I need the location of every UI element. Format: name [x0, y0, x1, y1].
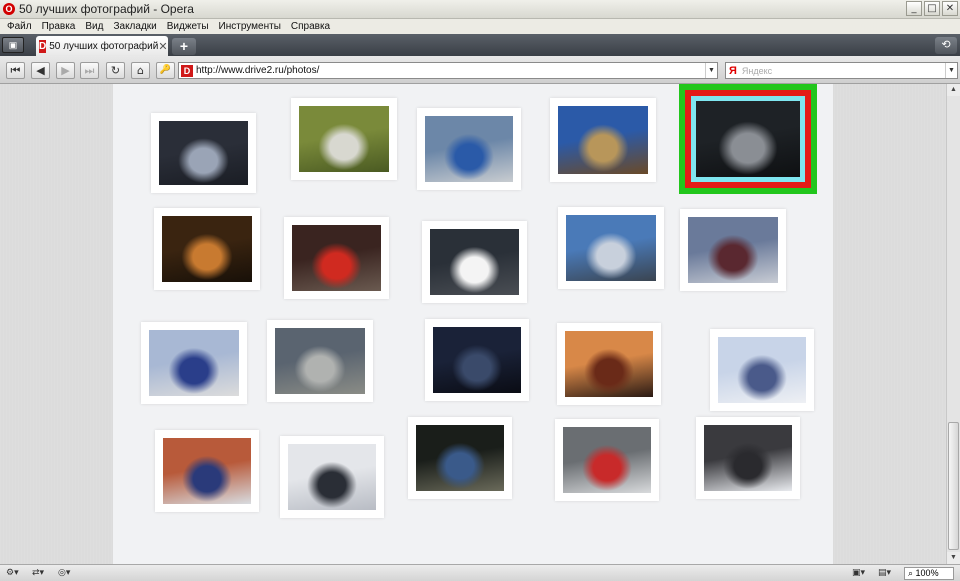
url-history-dropdown[interactable]: ▼ — [705, 63, 717, 78]
photo-thumbnail[interactable] — [550, 98, 656, 182]
tab-photos[interactable]: D 50 лучших фотографий ✕ — [36, 36, 168, 56]
yandex-logo-icon[interactable]: Я — [729, 65, 737, 77]
panel-toggle-button[interactable]: ▣ — [2, 37, 24, 53]
photo-image — [275, 328, 365, 394]
photo-thumbnail[interactable] — [425, 319, 529, 401]
title-bar: O 50 лучших фотографий - Opera _ □ ✕ — [0, 0, 960, 19]
photo-thumbnail[interactable] — [417, 108, 521, 190]
menu-widgets[interactable]: Виджеты — [162, 21, 214, 32]
menu-file[interactable]: Файл — [2, 21, 37, 32]
wand-key-button[interactable]: 🔑 — [156, 62, 175, 79]
photo-image — [163, 438, 251, 504]
photo-thumbnail[interactable] — [696, 417, 800, 499]
address-bar: ⏮ ◀ ▶ ⏭ ↻ ⌂ 🔑 D http://www.drive2.ru/pho… — [0, 56, 960, 84]
photo-thumbnail[interactable] — [557, 323, 661, 405]
photo-image — [558, 106, 648, 174]
tab-bar: ▣ D 50 лучших фотографий ✕ + ⟲ — [0, 34, 960, 56]
url-field[interactable]: D http://www.drive2.ru/photos/ ▼ — [178, 62, 718, 79]
fast-forward-button[interactable]: ⏭ — [80, 62, 99, 79]
scroll-down-arrow-icon[interactable]: ▼ — [947, 552, 960, 564]
turbo-icon[interactable]: ◎▾ — [58, 567, 70, 580]
opera-logo-icon: O — [3, 3, 15, 15]
photo-image — [416, 425, 504, 491]
photo-image — [288, 444, 376, 510]
window-title: 50 лучших фотографий - Opera — [19, 2, 194, 16]
search-field[interactable]: Я Яндекс ▼ — [725, 62, 958, 79]
scroll-up-arrow-icon[interactable]: ▲ — [947, 84, 960, 96]
drive2-favicon-icon: D — [39, 39, 47, 53]
scrollbar-thumb[interactable] — [948, 422, 959, 550]
menu-help[interactable]: Справка — [286, 21, 335, 32]
photo-image — [565, 331, 653, 397]
photo-image — [688, 217, 778, 283]
photo-thumbnail[interactable] — [154, 208, 260, 290]
photo-image — [433, 327, 521, 393]
site-favicon-icon: D — [181, 64, 193, 77]
photo-image — [299, 106, 389, 172]
photo-thumbnail[interactable] — [267, 320, 373, 402]
photo-thumbnail[interactable] — [141, 322, 247, 404]
photo-image — [704, 425, 792, 491]
home-button[interactable]: ⌂ — [131, 62, 150, 79]
photo-thumbnail[interactable] — [155, 430, 259, 512]
photo-thumbnail[interactable] — [558, 207, 664, 289]
show-images-icon[interactable]: ▤▾ — [878, 567, 891, 580]
photo-image — [425, 116, 513, 182]
selection-ring-cyan — [691, 96, 805, 182]
view-mode-icon[interactable]: ▣▾ — [852, 567, 865, 580]
rewind-button[interactable]: ⏮ — [6, 62, 25, 79]
unite-icon[interactable]: ⇄▾ — [32, 567, 44, 580]
photo-image — [718, 337, 806, 403]
photo-thumbnail[interactable] — [291, 98, 397, 180]
url-text[interactable]: http://www.drive2.ru/photos/ — [196, 65, 319, 76]
photo-thumbnail[interactable] — [151, 113, 256, 193]
photo-image — [566, 215, 656, 281]
photo-thumbnail[interactable] — [422, 221, 527, 303]
photo-image — [292, 225, 381, 291]
search-placeholder: Яндекс — [741, 65, 773, 76]
zoom-level[interactable]: ⌕ 100% — [904, 567, 954, 580]
zoom-magnifier-icon: ⌕ — [908, 568, 916, 578]
photo-image — [430, 229, 519, 295]
photo-image — [149, 330, 239, 396]
search-engine-dropdown[interactable]: ▼ — [945, 63, 957, 78]
photo-thumbnail[interactable] — [284, 217, 389, 299]
photo-gallery — [113, 84, 833, 564]
photo-thumbnail[interactable] — [555, 419, 659, 501]
zoom-value: 100% — [915, 568, 939, 578]
photo-image — [696, 101, 800, 177]
menu-tools[interactable]: Инструменты — [214, 21, 286, 32]
maximize-button[interactable]: □ — [924, 1, 940, 16]
photo-image — [563, 427, 651, 493]
photo-thumbnail-selected[interactable] — [679, 84, 817, 194]
photo-thumbnail[interactable] — [680, 209, 786, 291]
back-button[interactable]: ◀ — [31, 62, 50, 79]
menu-view[interactable]: Вид — [80, 21, 108, 32]
tab-label: 50 лучших фотографий — [49, 40, 159, 52]
reload-button[interactable]: ↻ — [106, 62, 125, 79]
photo-image — [159, 121, 248, 185]
vertical-scrollbar[interactable]: ▲ ▼ — [946, 84, 960, 564]
photo-thumbnail[interactable] — [408, 417, 512, 499]
photo-thumbnail[interactable] — [710, 329, 814, 411]
new-tab-button[interactable]: + — [172, 38, 196, 55]
page-viewport — [0, 84, 946, 564]
status-bar: ⚙▾ ⇄▾ ◎▾ ▣▾ ▤▾ ⌕ 100% — [0, 564, 960, 581]
selection-ring-red — [685, 90, 811, 188]
photo-thumbnail[interactable] — [280, 436, 384, 518]
panels-icon[interactable]: ⚙▾ — [6, 567, 19, 580]
forward-button[interactable]: ▶ — [56, 62, 75, 79]
photo-image — [162, 216, 252, 282]
menu-bookmarks[interactable]: Закладки — [108, 21, 161, 32]
close-window-button[interactable]: ✕ — [942, 1, 958, 16]
menu-bar: Файл Правка Вид Закладки Виджеты Инструм… — [0, 19, 960, 34]
close-tab-icon[interactable]: ✕ — [158, 40, 167, 53]
menu-edit[interactable]: Правка — [37, 21, 81, 32]
closed-tabs-button[interactable]: ⟲ — [935, 37, 957, 54]
minimize-button[interactable]: _ — [906, 1, 922, 16]
